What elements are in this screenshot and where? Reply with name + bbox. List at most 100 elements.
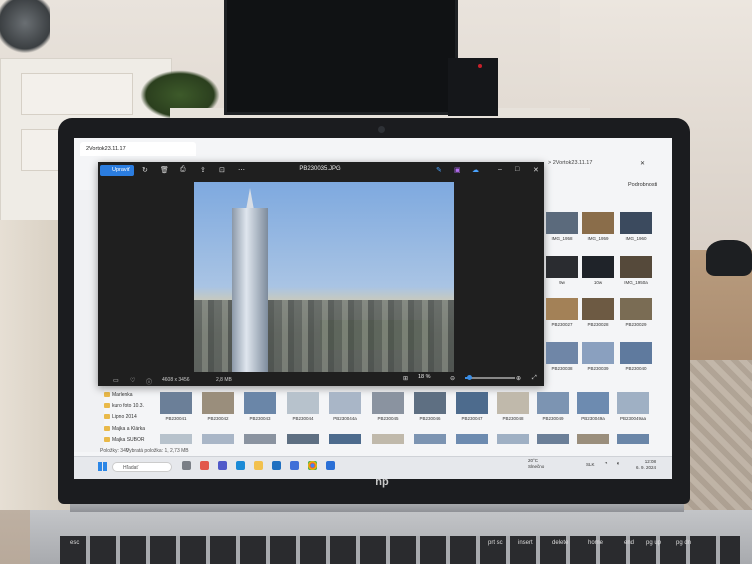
chrome-icon[interactable] bbox=[308, 461, 317, 470]
sidebar-item[interactable]: Marlenka bbox=[104, 392, 133, 398]
thumbnail-label: PB230048 bbox=[502, 416, 524, 421]
photo-thumbnail[interactable] bbox=[582, 212, 614, 234]
edit-button[interactable]: Upraviť bbox=[100, 165, 134, 176]
photo-thumbnail[interactable] bbox=[497, 392, 529, 414]
key-pgdn: pg dn bbox=[676, 540, 692, 546]
file-explorer-icon[interactable] bbox=[254, 461, 263, 470]
photo-thumbnail[interactable] bbox=[582, 256, 614, 278]
webcam bbox=[378, 126, 385, 133]
photo-thumbnail[interactable] bbox=[244, 434, 276, 444]
task-view-icon[interactable] bbox=[182, 461, 191, 470]
fullscreen-icon[interactable]: ⤢ bbox=[532, 375, 537, 382]
share-icon[interactable]: ⇪ bbox=[200, 166, 206, 174]
photo-thumbnail[interactable] bbox=[617, 434, 649, 444]
language-indicator[interactable]: SLK bbox=[586, 462, 595, 467]
photo-thumbnail[interactable] bbox=[329, 392, 361, 414]
more-icon[interactable]: ⋯ bbox=[238, 166, 245, 174]
photo-thumbnail[interactable] bbox=[160, 392, 192, 414]
thumbnail-label: PB230049a bbox=[581, 416, 605, 421]
crop-icon[interactable]: ⊡ bbox=[219, 166, 225, 174]
details-view-button[interactable]: Podrobnosti bbox=[628, 182, 657, 188]
explorer-tab[interactable]: 2Vortok23.11.17 bbox=[80, 142, 196, 156]
photo-thumbnail[interactable] bbox=[372, 434, 404, 444]
maximize-icon[interactable]: □ bbox=[515, 166, 519, 173]
rotate-icon[interactable]: ↻ bbox=[142, 166, 148, 174]
folder-icon bbox=[104, 426, 110, 432]
zoom-slider[interactable] bbox=[465, 377, 515, 379]
zoom-out-icon[interactable]: ⊖ bbox=[450, 375, 455, 382]
info-icon[interactable]: ⓘ bbox=[146, 377, 152, 386]
photo-thumbnail[interactable] bbox=[537, 392, 569, 414]
photo-thumbnail[interactable] bbox=[546, 298, 578, 320]
close-icon[interactable]: ✕ bbox=[640, 160, 645, 167]
taskbar-search[interactable]: Hľadať bbox=[112, 462, 172, 472]
store-icon[interactable] bbox=[272, 461, 281, 470]
photo-thumbnail[interactable] bbox=[202, 434, 234, 444]
volume-icon[interactable]: ◖ bbox=[616, 461, 620, 467]
favorite-icon[interactable]: ♡ bbox=[130, 377, 135, 384]
thumbnail-label: PB230049 bbox=[542, 416, 564, 421]
key-insert: insert bbox=[518, 540, 533, 546]
photo-thumbnail[interactable] bbox=[287, 434, 319, 444]
photo-thumbnail[interactable] bbox=[620, 212, 652, 234]
photo-thumbnail[interactable] bbox=[546, 342, 578, 364]
thumbnail-label: PB230027 bbox=[551, 322, 573, 327]
widgets-icon[interactable] bbox=[200, 461, 209, 470]
photo-thumbnail[interactable] bbox=[329, 434, 361, 444]
weather-widget[interactable]: 20°C Slnečno bbox=[528, 458, 544, 470]
clipchamp-icon[interactable]: ▣ bbox=[454, 166, 461, 174]
photo-thumbnail[interactable] bbox=[414, 434, 446, 444]
image-size: 2,8 MB bbox=[216, 377, 232, 383]
sidebar-item[interactable]: Majka SUBOR bbox=[104, 437, 145, 443]
thumbnail-label: 9w bbox=[559, 280, 565, 285]
photo-thumbnail[interactable] bbox=[577, 392, 609, 414]
system-clock[interactable]: 12:08 6. 9. 2024 bbox=[636, 459, 656, 471]
thumbnail-label: 10w bbox=[593, 280, 603, 285]
windows-start-icon[interactable] bbox=[98, 462, 107, 471]
close-icon[interactable]: ✕ bbox=[533, 166, 539, 174]
thumbnail-label: PB230040 bbox=[625, 366, 647, 371]
photo-thumbnail[interactable] bbox=[620, 298, 652, 320]
sidebar-item[interactable]: Lipno 2014 bbox=[104, 414, 137, 420]
photos-icon[interactable] bbox=[290, 461, 299, 470]
zoom-in-icon[interactable]: ⊕ bbox=[516, 375, 521, 382]
photo-thumbnail[interactable] bbox=[497, 434, 529, 444]
photo-thumbnail[interactable] bbox=[546, 256, 578, 278]
photo-thumbnail[interactable] bbox=[617, 392, 649, 414]
photo-thumbnail[interactable] bbox=[546, 212, 578, 234]
photo-thumbnail[interactable] bbox=[620, 342, 652, 364]
photo-thumbnail[interactable] bbox=[537, 434, 569, 444]
teams-icon[interactable] bbox=[218, 461, 227, 470]
delete-icon[interactable]: 🗑 bbox=[160, 166, 169, 174]
wifi-icon[interactable]: ◔ bbox=[604, 461, 608, 467]
key-pgup: pg up bbox=[646, 540, 662, 546]
photo-thumbnail[interactable] bbox=[372, 392, 404, 414]
zoom-level[interactable]: 18 % bbox=[418, 374, 431, 380]
sidebar-item[interactable]: Majka a Klárka bbox=[104, 426, 145, 432]
photo-thumbnail[interactable] bbox=[620, 256, 652, 278]
explorer-breadcrumb[interactable]: > 2Vortok23.11.17 bbox=[548, 160, 592, 166]
photo-thumbnail[interactable] bbox=[577, 434, 609, 444]
photo-thumbnail[interactable] bbox=[582, 342, 614, 364]
cloud-icon[interactable]: ☁ bbox=[472, 166, 479, 174]
print-icon[interactable]: ⎙ bbox=[180, 166, 186, 174]
photo-thumbnail[interactable] bbox=[160, 434, 192, 444]
photo-thumbnail[interactable] bbox=[414, 392, 446, 414]
photo-thumbnail[interactable] bbox=[244, 392, 276, 414]
photo-thumbnail[interactable] bbox=[456, 392, 488, 414]
edge-icon[interactable] bbox=[236, 461, 245, 470]
photo-thumbnail[interactable] bbox=[582, 298, 614, 320]
viewer-title: PB230035.JPG bbox=[299, 166, 341, 172]
photo-thumbnail[interactable] bbox=[202, 392, 234, 414]
photo-thumbnail[interactable] bbox=[287, 392, 319, 414]
fit-icon[interactable]: ⊞ bbox=[403, 375, 408, 382]
minimize-icon[interactable]: – bbox=[498, 166, 502, 173]
enhance-icon[interactable]: ✎ bbox=[436, 166, 442, 174]
keyboard-keys bbox=[60, 536, 740, 564]
thumbnail-label: PB230045 bbox=[377, 416, 399, 421]
photo-thumbnail[interactable] bbox=[456, 434, 488, 444]
mail-icon[interactable] bbox=[326, 461, 335, 470]
zoom-slider-handle[interactable] bbox=[467, 375, 472, 380]
sidebar-item[interactable]: kuro foto 10.3. bbox=[104, 403, 144, 409]
filmstrip-icon[interactable]: ▭ bbox=[113, 377, 119, 384]
